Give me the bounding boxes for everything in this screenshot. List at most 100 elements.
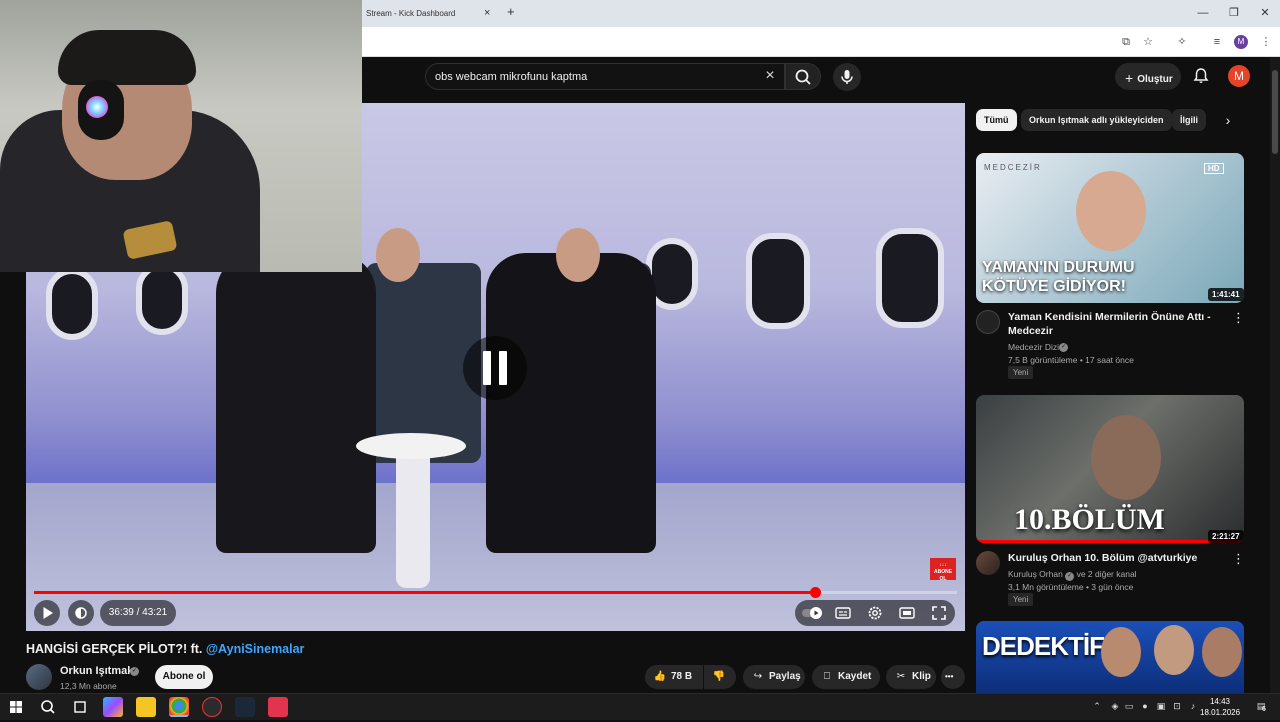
- scissors-icon: ✂: [896, 671, 906, 682]
- tab-close-icon[interactable]: ×: [484, 8, 494, 19]
- theater-mode-icon[interactable]: [899, 606, 915, 620]
- play-button[interactable]: [34, 600, 60, 626]
- video-more-icon[interactable]: ⋮: [1232, 310, 1245, 326]
- video-channel[interactable]: Medcezir Dizi: [1008, 342, 1059, 352]
- tray-app-icon[interactable]: ◈: [1110, 701, 1120, 711]
- channel-avatar-small[interactable]: [976, 310, 1000, 334]
- scene-person: [486, 253, 656, 553]
- thumb-caption: DEDEKTİF: [982, 631, 1105, 661]
- scene-head: [556, 228, 600, 282]
- pause-overlay-button[interactable]: [463, 336, 527, 400]
- notifications-bell-icon[interactable]: [1192, 67, 1210, 85]
- video-title-text: HANGİSİ GERÇEK PİLOT?! ft.: [26, 642, 206, 656]
- video-channel-name[interactable]: Kuruluş Orhan: [1008, 569, 1063, 579]
- share-button[interactable]: ↪ Paylaş: [743, 665, 805, 689]
- search-button[interactable]: [785, 63, 821, 90]
- new-tab-icon[interactable]: +: [507, 5, 519, 18]
- bookmark-star-icon[interactable]: ☆: [1141, 35, 1155, 49]
- chip-next-arrow-icon[interactable]: ›: [1220, 112, 1236, 128]
- account-avatar[interactable]: M: [1228, 65, 1250, 87]
- more-actions-button[interactable]: •••: [941, 665, 965, 689]
- search-input[interactable]: obs webcam mikrofunu kaptma: [425, 63, 785, 90]
- chip-from-uploader[interactable]: Orkun Işıtmak adlı yükleyiciden: [1021, 109, 1172, 131]
- app-icon[interactable]: [268, 697, 288, 717]
- video-thumbnail[interactable]: DEDEKTİF: [976, 621, 1244, 693]
- tray-app-icon[interactable]: ▭: [1124, 701, 1134, 711]
- tray-overflow-icon[interactable]: ⌃: [1092, 701, 1102, 711]
- video-title[interactable]: Kuruluş Orhan 10. Bölüm @atvturkiye: [1008, 551, 1230, 565]
- volume-button[interactable]: [68, 600, 94, 626]
- save-label: Kaydet: [838, 671, 872, 682]
- scene-head: [376, 228, 420, 282]
- thumbs-up-icon: 👍: [653, 671, 667, 682]
- windows-start-icon[interactable]: [6, 697, 26, 717]
- thumb-caption: YAMAN'IN DURUMU KÖTÜYE GİDİYOR!: [982, 259, 1135, 295]
- dislike-button[interactable]: 👎: [704, 665, 736, 689]
- subscribe-button[interactable]: Abone ol: [155, 665, 213, 689]
- copilot-icon[interactable]: [103, 697, 123, 717]
- chip-all[interactable]: Tümü: [976, 109, 1017, 131]
- clock-time: 14:43: [1209, 697, 1231, 706]
- thumb-caption: 10.BÖLÜM: [1014, 503, 1165, 536]
- title-mention-link[interactable]: @AyniSinemalar: [206, 642, 305, 656]
- browser-profile-avatar[interactable]: M: [1234, 35, 1248, 49]
- scrollbar-thumb[interactable]: [1272, 70, 1278, 154]
- clear-search-icon[interactable]: ×: [762, 67, 778, 85]
- video-thumbnail[interactable]: 10.BÖLÜM 2:21:27: [976, 395, 1244, 543]
- subscribe-watermark[interactable]: ↓↓↓ ABONE OL: [930, 558, 956, 582]
- window-close-button[interactable]: ✕: [1258, 6, 1272, 20]
- clip-label: Klip: [912, 671, 931, 682]
- steam-icon[interactable]: [235, 697, 255, 717]
- taskbar: [0, 693, 1280, 720]
- autoplay-toggle-icon[interactable]: [801, 605, 823, 621]
- video-more-icon[interactable]: ⋮: [1232, 551, 1245, 567]
- thumb-brand: MEDCEZİR: [984, 163, 1042, 172]
- video-title[interactable]: Yaman Kendisini Mermilerin Önüne Attı - …: [1008, 310, 1230, 338]
- fullscreen-icon[interactable]: [931, 605, 947, 621]
- save-button[interactable]: ⎕ Kaydet: [812, 665, 880, 689]
- window-minimize-button[interactable]: —: [1196, 6, 1210, 20]
- network-icon[interactable]: ⊡: [1172, 701, 1182, 711]
- volume-icon: [75, 607, 87, 619]
- extensions-icon[interactable]: ✧: [1175, 35, 1189, 49]
- clip-button[interactable]: ✂ Klip: [886, 665, 936, 689]
- clock-date: 18.01.2026: [1200, 708, 1241, 717]
- verified-check-icon: ✓: [130, 667, 139, 676]
- browser-tab[interactable]: Stream - Kick Dashboard: [362, 0, 500, 27]
- scene-window: [46, 268, 98, 340]
- scene-window: [876, 228, 944, 328]
- like-count: 78 B: [671, 671, 693, 682]
- create-button[interactable]: + Oluştur: [1115, 63, 1181, 90]
- channel-avatar-small[interactable]: [976, 551, 1000, 575]
- progress-scrubber[interactable]: [809, 587, 821, 598]
- tray-app-icon[interactable]: ▣: [1156, 701, 1166, 711]
- search-icon[interactable]: [38, 697, 58, 717]
- task-view-icon[interactable]: [70, 697, 90, 717]
- scene-table: [356, 433, 466, 459]
- volume-icon[interactable]: ♪: [1188, 701, 1198, 711]
- chip-related[interactable]: İlgili: [1172, 109, 1206, 131]
- media-control-icon[interactable]: ≡: [1210, 35, 1224, 49]
- video-channel-extra: ve 2 diğer kanal: [1076, 569, 1137, 579]
- tray-mic-icon[interactable]: ●: [1140, 701, 1150, 711]
- voice-search-button[interactable]: [833, 63, 861, 91]
- like-button[interactable]: 👍 78 B: [645, 665, 703, 689]
- new-badge: Yeni: [1008, 366, 1034, 379]
- chrome-icon[interactable]: [169, 697, 189, 717]
- obs-icon[interactable]: [202, 697, 222, 717]
- share-label: Paylaş: [769, 671, 801, 682]
- video-thumbnail[interactable]: MEDCEZİR HD YAMAN'IN DURUMU KÖTÜYE GİDİY…: [976, 153, 1244, 303]
- browser-menu-icon[interactable]: ⋮: [1259, 35, 1273, 49]
- channel-name[interactable]: Orkun Işıtmak: [60, 665, 133, 677]
- thumb-face: [1202, 627, 1242, 677]
- channel-avatar[interactable]: [26, 664, 52, 690]
- video-views-age: 3,1 Mn görüntüleme • 3 gün önce: [1008, 582, 1134, 592]
- window-restore-button[interactable]: ❐: [1227, 6, 1241, 20]
- clock[interactable]: 14:43 18.01.2026: [1200, 696, 1240, 718]
- file-explorer-icon[interactable]: [136, 697, 156, 717]
- video-title: HANGİSİ GERÇEK PİLOT?! ft. @AyniSinemala…: [26, 642, 646, 660]
- settings-gear-icon[interactable]: [867, 605, 883, 621]
- install-app-icon[interactable]: ⧉: [1119, 35, 1133, 49]
- subtitles-icon[interactable]: [835, 606, 851, 620]
- search-query: obs webcam mikrofunu kaptma: [435, 71, 588, 83]
